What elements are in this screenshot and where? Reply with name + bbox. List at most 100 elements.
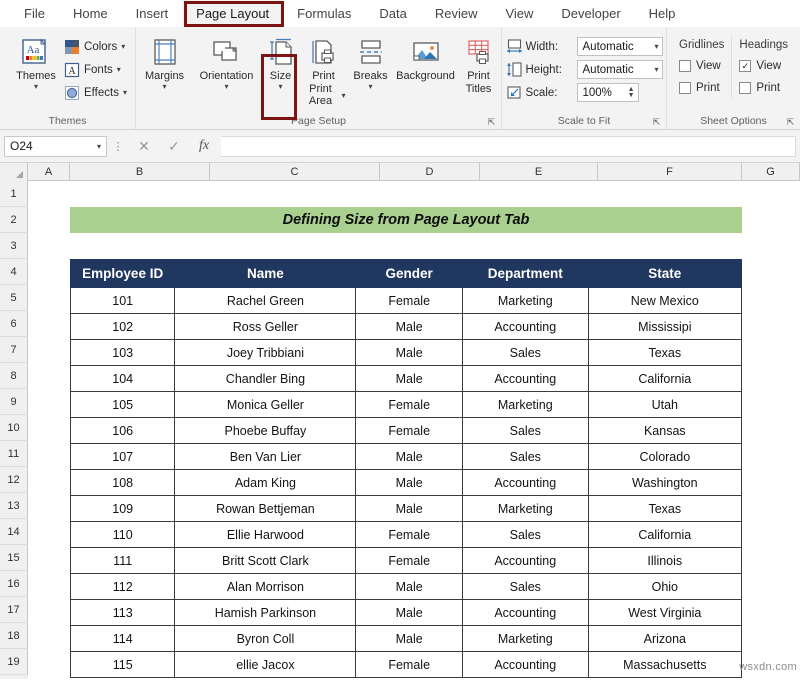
table-row[interactable]: 112Alan MorrisonMaleSalesOhio bbox=[71, 574, 742, 600]
cell-state[interactable]: Massachusetts bbox=[588, 652, 741, 678]
cell-employee-id[interactable]: 114 bbox=[71, 626, 175, 652]
row-header-12[interactable]: 12 bbox=[0, 467, 28, 493]
cell-gender[interactable]: Male bbox=[356, 314, 463, 340]
cell-department[interactable]: Marketing bbox=[462, 392, 588, 418]
tab-formulas[interactable]: Formulas bbox=[283, 0, 365, 27]
column-header-c[interactable]: C bbox=[210, 163, 380, 180]
cell-employee-id[interactable]: 107 bbox=[71, 444, 175, 470]
row-header-16[interactable]: 16 bbox=[0, 571, 28, 597]
cell-department[interactable]: Sales bbox=[462, 444, 588, 470]
scale-to-fit-dialog-launcher[interactable]: ⇱ bbox=[651, 117, 662, 128]
effects-caret-icon[interactable]: ▾ bbox=[123, 88, 127, 97]
effects-button[interactable]: Effects ▾ bbox=[64, 82, 127, 103]
orientation-button[interactable]: Orientation ▾ bbox=[193, 33, 261, 91]
row-header-6[interactable]: 6 bbox=[0, 311, 28, 337]
cell-state[interactable]: California bbox=[588, 522, 741, 548]
margins-button[interactable]: Margins ▾ bbox=[137, 33, 193, 91]
cell-state[interactable]: New Mexico bbox=[588, 288, 741, 314]
print-area-button[interactable]: Print Print Area ▾ bbox=[301, 33, 347, 107]
tab-file[interactable]: File bbox=[10, 0, 59, 27]
cell-employee-id[interactable]: 113 bbox=[71, 600, 175, 626]
orientation-caret-icon[interactable]: ▾ bbox=[224, 82, 228, 91]
insert-function-icon[interactable]: fx bbox=[189, 135, 219, 157]
table-row[interactable]: 110Ellie HarwoodFemaleSalesCalifornia bbox=[71, 522, 742, 548]
row-header-9[interactable]: 9 bbox=[0, 389, 28, 415]
cell-employee-id[interactable]: 102 bbox=[71, 314, 175, 340]
row-header-4[interactable]: 4 bbox=[0, 259, 28, 285]
tab-insert[interactable]: Insert bbox=[122, 0, 183, 27]
table-row[interactable]: 113Hamish ParkinsonMaleAccountingWest Vi… bbox=[71, 600, 742, 626]
cell-gender[interactable]: Male bbox=[356, 366, 463, 392]
gridlines-view-checkbox[interactable]: View bbox=[679, 55, 724, 77]
row-header-1[interactable]: 1 bbox=[0, 181, 28, 207]
cell-gender[interactable]: Female bbox=[356, 288, 463, 314]
cell-gender[interactable]: Female bbox=[356, 418, 463, 444]
cell-department[interactable]: Accounting bbox=[462, 652, 588, 678]
column-header-g[interactable]: G bbox=[742, 163, 800, 180]
cell-name[interactable]: ellie Jacox bbox=[175, 652, 356, 678]
cell-gender[interactable]: Male bbox=[356, 574, 463, 600]
cell-gender[interactable]: Female bbox=[356, 652, 463, 678]
headings-print-checkbox[interactable]: Print bbox=[739, 77, 788, 99]
row-header-7[interactable]: 7 bbox=[0, 337, 28, 363]
cell-name[interactable]: Ellie Harwood bbox=[175, 522, 356, 548]
cell-department[interactable]: Marketing bbox=[462, 288, 588, 314]
cell-name[interactable]: Alan Morrison bbox=[175, 574, 356, 600]
cell-department[interactable]: Sales bbox=[462, 340, 588, 366]
table-row[interactable]: 114Byron CollMaleMarketingArizona bbox=[71, 626, 742, 652]
cell-department[interactable]: Accounting bbox=[462, 470, 588, 496]
width-dropdown[interactable]: Automatic ▾ bbox=[577, 37, 663, 56]
cell-name[interactable]: Britt Scott Clark bbox=[175, 548, 356, 574]
cell-employee-id[interactable]: 111 bbox=[71, 548, 175, 574]
cell-state[interactable]: Colorado bbox=[588, 444, 741, 470]
cell-department[interactable]: Sales bbox=[462, 522, 588, 548]
tab-data[interactable]: Data bbox=[365, 0, 420, 27]
cell-gender[interactable]: Male bbox=[356, 600, 463, 626]
table-row[interactable]: 103Joey TribbianiMaleSalesTexas bbox=[71, 340, 742, 366]
cell-gender[interactable]: Female bbox=[356, 392, 463, 418]
row-header-14[interactable]: 14 bbox=[0, 519, 28, 545]
table-row[interactable]: 109Rowan BettjemanMaleMarketingTexas bbox=[71, 496, 742, 522]
row-header-11[interactable]: 11 bbox=[0, 441, 28, 467]
cell-gender[interactable]: Female bbox=[356, 548, 463, 574]
colors-button[interactable]: Colors ▾ bbox=[64, 36, 127, 57]
table-row[interactable]: 105Monica GellerFemaleMarketingUtah bbox=[71, 392, 742, 418]
cell-state[interactable]: California bbox=[588, 366, 741, 392]
table-row[interactable]: 106Phoebe BuffayFemaleSalesKansas bbox=[71, 418, 742, 444]
column-header-a[interactable]: A bbox=[28, 163, 70, 180]
cell-department[interactable]: Accounting bbox=[462, 548, 588, 574]
cell-state[interactable]: Ohio bbox=[588, 574, 741, 600]
cell-department[interactable]: Marketing bbox=[462, 496, 588, 522]
table-row[interactable]: 107Ben Van LierMaleSalesColorado bbox=[71, 444, 742, 470]
cell-name[interactable]: Hamish Parkinson bbox=[175, 600, 356, 626]
scale-stepper[interactable]: 100% ▲▼ bbox=[577, 83, 639, 102]
name-box[interactable]: O24 ▾ bbox=[4, 136, 107, 157]
row-header-13[interactable]: 13 bbox=[0, 493, 28, 519]
colors-caret-icon[interactable]: ▾ bbox=[121, 42, 125, 51]
table-row[interactable]: 102Ross GellerMaleAccountingMississipi bbox=[71, 314, 742, 340]
cell-employee-id[interactable]: 104 bbox=[71, 366, 175, 392]
row-header-19[interactable]: 19 bbox=[0, 649, 28, 675]
cell-name[interactable]: Byron Coll bbox=[175, 626, 356, 652]
tab-home[interactable]: Home bbox=[59, 0, 122, 27]
fonts-button[interactable]: A Fonts ▾ bbox=[64, 59, 127, 80]
tab-developer[interactable]: Developer bbox=[547, 0, 634, 27]
cell-name[interactable]: Ben Van Lier bbox=[175, 444, 356, 470]
cell-name[interactable]: Monica Geller bbox=[175, 392, 356, 418]
name-box-chevron-down-icon[interactable]: ▾ bbox=[97, 142, 101, 151]
cell-name[interactable]: Ross Geller bbox=[175, 314, 356, 340]
width-chevron-down-icon[interactable]: ▾ bbox=[654, 42, 658, 51]
table-row[interactable]: 115ellie JacoxFemaleAccountingMassachuse… bbox=[71, 652, 742, 678]
size-caret-icon[interactable]: ▾ bbox=[278, 82, 282, 91]
column-header-e[interactable]: E bbox=[480, 163, 598, 180]
cell-employee-id[interactable]: 115 bbox=[71, 652, 175, 678]
cell-state[interactable]: Texas bbox=[588, 340, 741, 366]
height-dropdown[interactable]: Automatic ▾ bbox=[577, 60, 663, 79]
cancel-icon[interactable]: ✕ bbox=[129, 135, 159, 157]
themes-caret-icon[interactable]: ▾ bbox=[34, 82, 38, 91]
cell-name[interactable]: Adam King bbox=[175, 470, 356, 496]
row-header-2[interactable]: 2 bbox=[0, 207, 28, 233]
cell-employee-id[interactable]: 112 bbox=[71, 574, 175, 600]
cell-department[interactable]: Sales bbox=[462, 574, 588, 600]
cell-state[interactable]: Texas bbox=[588, 496, 741, 522]
